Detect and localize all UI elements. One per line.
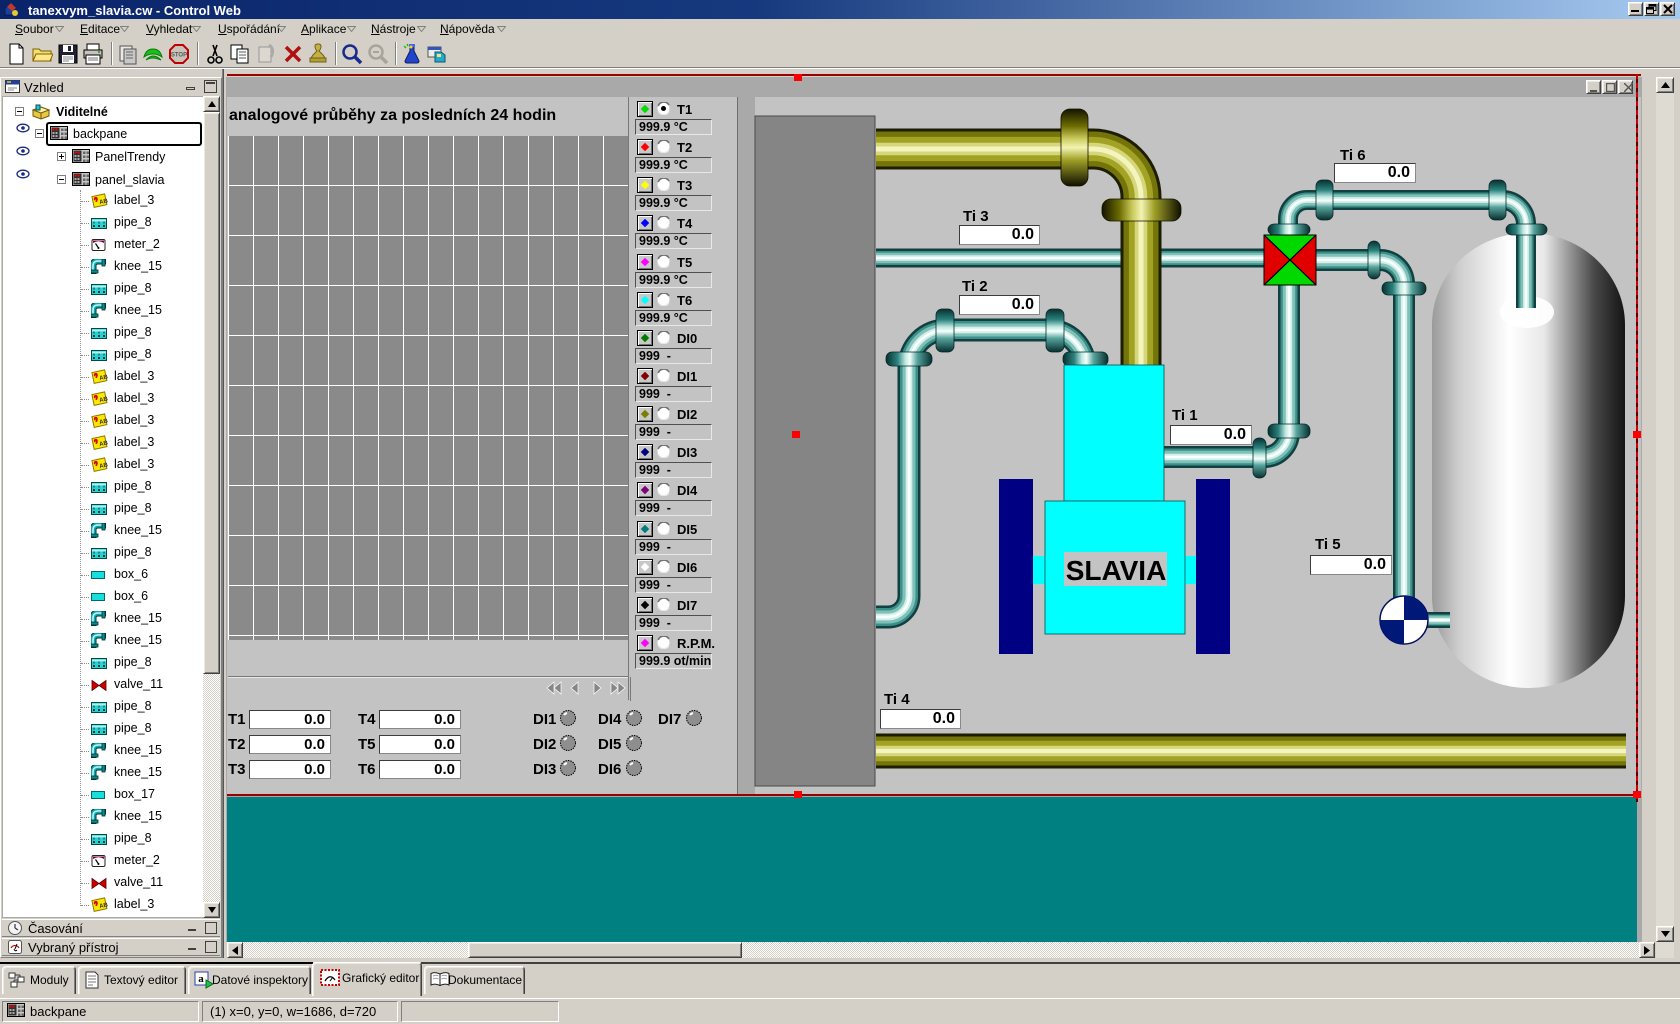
svg-text:a: a	[198, 973, 204, 985]
svg-text:SLAVIA: SLAVIA	[1066, 555, 1167, 586]
